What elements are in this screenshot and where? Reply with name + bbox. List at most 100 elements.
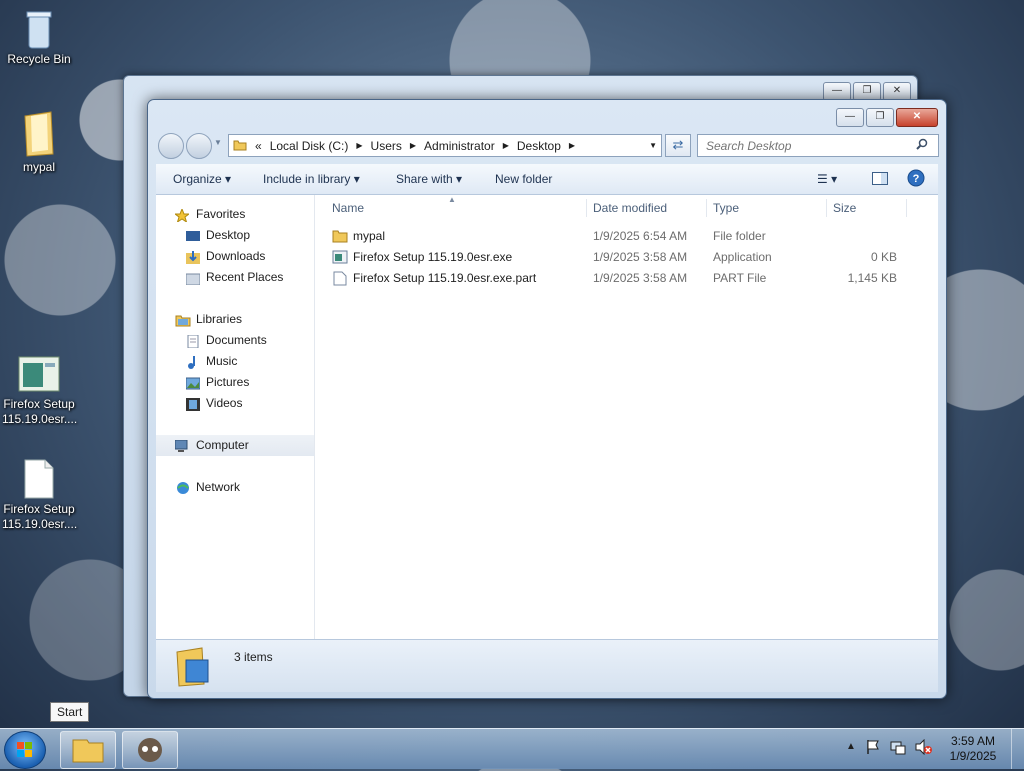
- file-size: 1,145 KB: [847, 271, 897, 285]
- nav-videos[interactable]: Videos: [156, 393, 314, 414]
- taskbar-explorer-button[interactable]: [60, 731, 116, 769]
- clock-time: 3:59 AM: [950, 734, 996, 748]
- maximize-button[interactable]: ❐: [866, 108, 894, 127]
- file-icon: [23, 443, 55, 499]
- recent-places-icon: [185, 271, 201, 286]
- desktop-icon: [186, 229, 200, 242]
- organize-button[interactable]: Organize ▾: [173, 172, 231, 186]
- breadcrumb-overflow[interactable]: «: [255, 139, 262, 153]
- change-view-button[interactable]: ☰ ▾: [817, 172, 837, 186]
- recent-pages-chevron-icon[interactable]: ▼: [214, 138, 222, 147]
- column-divider[interactable]: [906, 199, 907, 217]
- search-icon[interactable]: [916, 138, 928, 153]
- chevron-right-icon[interactable]: ▶: [569, 141, 575, 150]
- address-dropdown-icon[interactable]: ▼: [649, 141, 657, 150]
- nav-pictures[interactable]: Pictures: [156, 372, 314, 393]
- back-button[interactable]: [158, 133, 184, 159]
- windows-logo-icon: [17, 742, 32, 757]
- file-type: PART File: [713, 271, 767, 285]
- close-button[interactable]: ✕: [896, 108, 938, 127]
- documents-icon: [186, 334, 200, 349]
- computer-icon: [174, 439, 189, 452]
- file-name: Firefox Setup 115.19.0esr.exe: [353, 250, 513, 264]
- breadcrumb-users[interactable]: Users: [371, 139, 402, 153]
- details-pane: 3 items: [156, 639, 938, 692]
- column-divider[interactable]: [586, 199, 587, 217]
- nav-documents[interactable]: Documents: [156, 330, 314, 351]
- column-header-type[interactable]: Type: [713, 201, 739, 219]
- new-folder-button[interactable]: New folder: [495, 172, 552, 186]
- nav-label: Music: [206, 354, 238, 368]
- nav-network[interactable]: Network: [156, 477, 314, 498]
- nav-label: Downloads: [206, 249, 266, 263]
- volume-muted-icon[interactable]: [915, 738, 933, 758]
- action-center-flag-icon[interactable]: [866, 739, 880, 758]
- column-header-date-modified[interactable]: Date modified: [593, 201, 667, 219]
- file-list: ▲ Name Date modified Type Size mypal 1/9…: [316, 195, 938, 640]
- breadcrumb-administrator[interactable]: Administrator: [424, 139, 495, 153]
- nav-music[interactable]: Music: [156, 351, 314, 372]
- desktop-icon-recycle-bin[interactable]: Recycle Bin: [2, 8, 76, 67]
- navigation-pane: Favorites Desktop Downloads Recent Place…: [156, 195, 315, 640]
- mypal-icon: [138, 738, 162, 762]
- explorer-window[interactable]: — ❐ ✕ ▼ « Local Disk (C:) ▶ Users ▶ Admi…: [147, 99, 947, 699]
- show-hidden-icons-icon[interactable]: ▲: [846, 741, 856, 752]
- music-icon: [186, 355, 200, 369]
- folder-icon: [174, 646, 210, 691]
- start-button[interactable]: [4, 731, 46, 769]
- nav-favorites[interactable]: Favorites: [156, 204, 314, 225]
- forward-button[interactable]: [186, 133, 212, 159]
- search-box[interactable]: [697, 134, 939, 157]
- nav-downloads[interactable]: Downloads: [156, 246, 314, 267]
- network-status-icon[interactable]: [890, 739, 906, 758]
- file-type: File folder: [713, 229, 766, 243]
- nav-label: Libraries: [196, 312, 243, 326]
- breadcrumb-desktop[interactable]: Desktop: [517, 139, 561, 153]
- column-header-size[interactable]: Size: [833, 201, 856, 219]
- taskbar-mypal-button[interactable]: [122, 731, 178, 769]
- libraries-icon: [175, 313, 191, 327]
- videos-icon: [186, 397, 200, 411]
- chevron-right-icon[interactable]: ▶: [356, 141, 362, 150]
- include-in-library-button[interactable]: Include in library ▾: [263, 172, 360, 186]
- folder-icon: [21, 110, 57, 158]
- file-row[interactable]: mypal 1/9/2025 6:54 AM File folder: [316, 226, 938, 247]
- item-count: 3 items: [234, 650, 273, 664]
- application-icon: [17, 340, 61, 392]
- nav-desktop[interactable]: Desktop: [156, 225, 314, 246]
- desktop-icon-firefox-setup-part[interactable]: Firefox Setup 115.19.0esr....: [2, 428, 77, 547]
- folder-icon: [233, 138, 247, 154]
- nav-label: Documents: [206, 333, 267, 347]
- search-input[interactable]: [704, 137, 916, 154]
- file-date: 1/9/2025 6:54 AM: [593, 229, 688, 243]
- refresh-button[interactable]: ⇄: [665, 134, 691, 157]
- column-header-name[interactable]: Name: [332, 201, 364, 219]
- desktop-icon-label: Firefox Setup 115.19.0esr....: [2, 397, 78, 426]
- chevron-right-icon[interactable]: ▶: [503, 141, 509, 150]
- downloads-icon: [186, 250, 200, 264]
- nav-libraries[interactable]: Libraries: [156, 309, 314, 330]
- nav-computer[interactable]: Computer: [156, 435, 314, 456]
- nav-label: Network: [196, 480, 241, 494]
- nav-label: Recent Places: [206, 270, 284, 284]
- minimize-button[interactable]: —: [836, 108, 864, 127]
- preview-pane-button[interactable]: [872, 172, 888, 188]
- share-with-button[interactable]: Share with ▾: [396, 172, 462, 186]
- column-divider[interactable]: [706, 199, 707, 217]
- sort-indicator-icon: ▲: [448, 195, 456, 204]
- file-row[interactable]: Firefox Setup 115.19.0esr.exe.part 1/9/2…: [316, 268, 938, 289]
- chevron-right-icon[interactable]: ▶: [410, 141, 416, 150]
- breadcrumb-local-disk[interactable]: Local Disk (C:): [270, 139, 349, 153]
- desktop-icon-firefox-setup-exe[interactable]: Firefox Setup 115.19.0esr....: [2, 325, 78, 442]
- folder-icon: [72, 739, 104, 763]
- address-bar[interactable]: « Local Disk (C:) ▶ Users ▶ Administrato…: [228, 134, 662, 157]
- svg-text:?: ?: [913, 173, 920, 185]
- nav-label: Computer: [196, 438, 249, 452]
- column-divider[interactable]: [826, 199, 827, 217]
- show-desktop-button[interactable]: [1011, 729, 1024, 769]
- help-icon[interactable]: ?: [907, 169, 925, 190]
- file-row[interactable]: Firefox Setup 115.19.0esr.exe 1/9/2025 3…: [316, 247, 938, 268]
- nav-recent-places[interactable]: Recent Places: [156, 267, 314, 288]
- system-clock[interactable]: 3:59 AM 1/9/2025: [942, 734, 1004, 764]
- desktop-icon-mypal[interactable]: mypal: [2, 110, 76, 175]
